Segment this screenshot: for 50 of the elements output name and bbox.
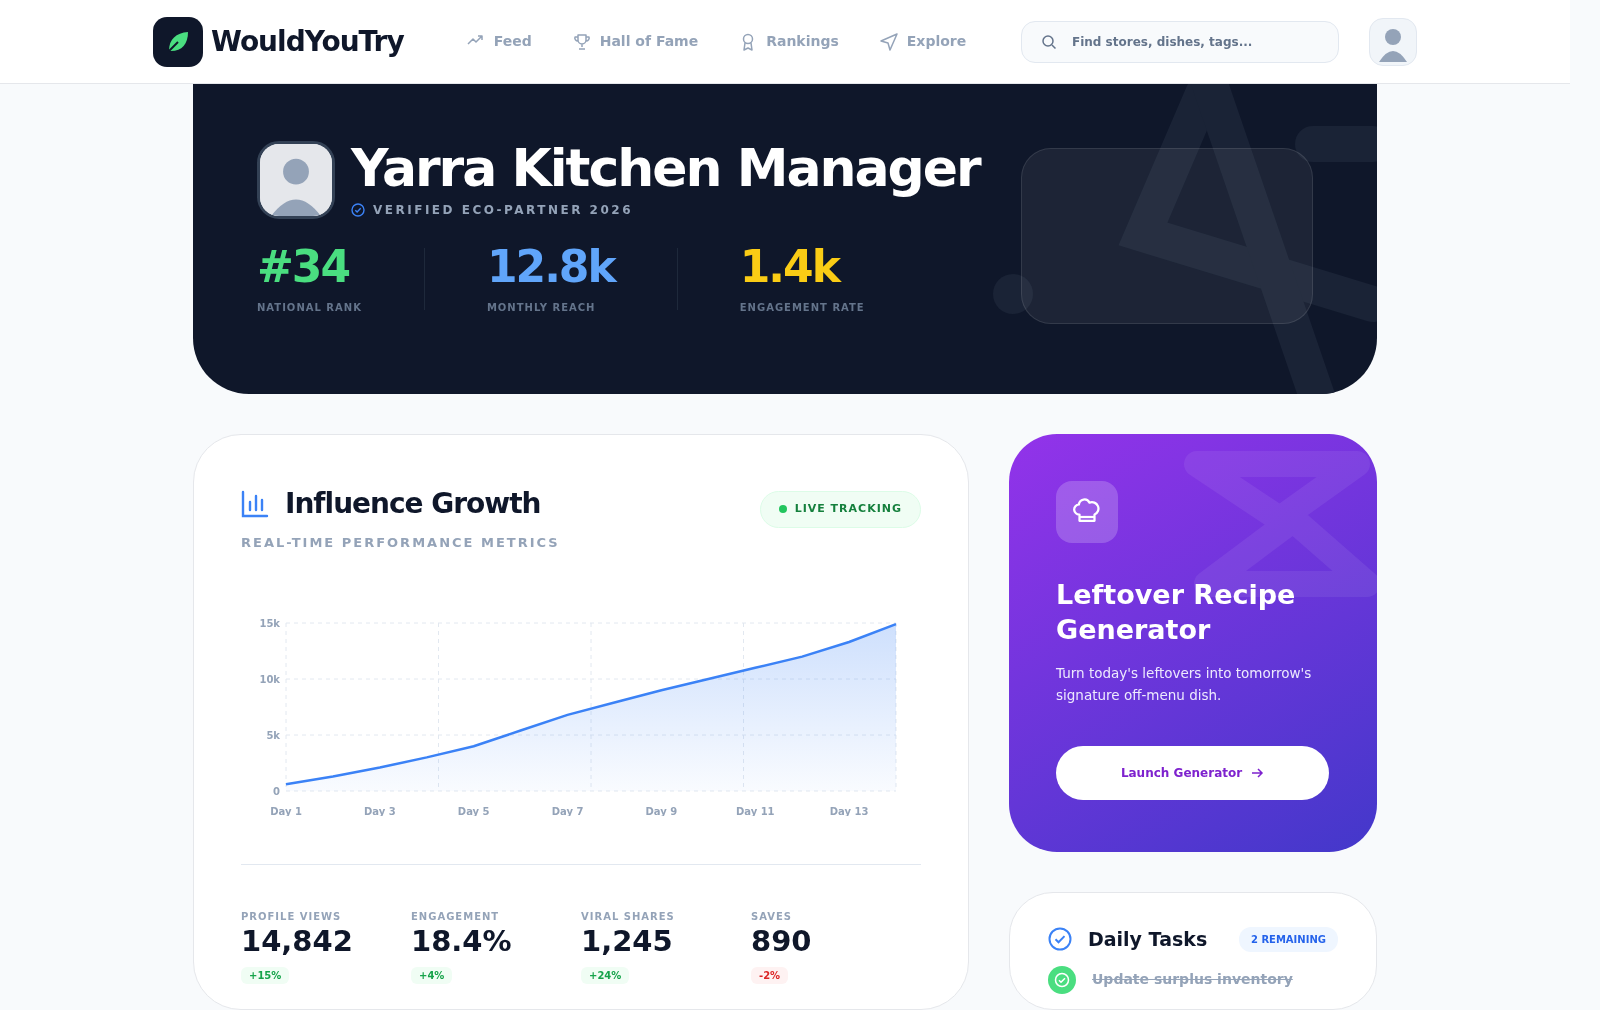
axis-label: 10k	[259, 673, 280, 685]
generator-description: Turn today's leftovers into tomorrow's signature off-menu dish.	[1056, 664, 1313, 705]
check-icon	[1054, 971, 1070, 988]
tasks-title: Daily Tasks	[1088, 927, 1208, 952]
bar-chart-icon	[241, 490, 269, 518]
stat-label: MONTHLY REACH	[486, 300, 597, 315]
axis-label: 5k	[266, 729, 280, 741]
stat-label: NATIONAL RANK	[257, 300, 362, 315]
stat-value: #34	[257, 243, 351, 292]
nav-link[interactable]: Hall of Fame	[571, 31, 699, 52]
metric-label: SAVES	[751, 909, 794, 924]
launch-button[interactable]: Launch Generator	[1056, 746, 1329, 801]
axis-label: 0	[273, 785, 280, 797]
nav-link[interactable]: Feed	[465, 31, 532, 52]
stat-value: 1.4k	[739, 243, 842, 292]
status-label: LIVE TRACKING	[794, 501, 902, 517]
card-subtitle: REAL-TIME PERFORMANCE METRICS	[241, 534, 560, 552]
verified-icon	[351, 203, 365, 218]
change-badge: +24%	[581, 967, 630, 985]
card-title: Influence Growth	[285, 486, 541, 522]
metric-label: ENGAGEMENT	[411, 909, 501, 924]
generator-title: Leftover Recipe Generator	[1056, 578, 1297, 648]
metric-label: PROFILE VIEWS	[241, 909, 343, 924]
stat-label: ENGAGEMENT RATE	[739, 300, 865, 315]
metric-value: 890	[751, 923, 813, 959]
metric-value: 18.4%	[411, 923, 513, 959]
task-checkbox[interactable]	[1048, 965, 1076, 994]
profile-name: Yarra Kitchen Manager	[351, 140, 980, 198]
chef-hat-icon	[1056, 481, 1118, 543]
trophy-icon	[571, 31, 592, 52]
remaining-badge: 2 REMAINING	[1238, 926, 1338, 952]
change-badge: +15%	[241, 967, 290, 985]
task-label: Update surplus inventory	[1092, 970, 1293, 989]
stat-value: 12.8k	[486, 243, 615, 292]
brand-name: WouldYouTry	[211, 23, 404, 60]
change-badge: +4%	[411, 967, 453, 985]
change-badge: -2%	[751, 967, 789, 985]
metric-value: 14,842	[241, 923, 354, 959]
verified-label: VERIFIED ECO-PARTNER 2026	[373, 202, 634, 220]
axis-label: 15k	[259, 617, 280, 629]
nav-link[interactable]: Rankings	[738, 31, 839, 52]
check-circle-icon	[1048, 927, 1072, 952]
send-icon	[878, 31, 899, 52]
search-field[interactable]: Find stores, dishes, tags...	[1021, 20, 1339, 63]
status-dot-icon	[778, 505, 787, 514]
logo-icon	[153, 16, 203, 67]
metric-value: 1,245	[581, 923, 674, 959]
user-avatar[interactable]	[1369, 17, 1417, 66]
nav-link[interactable]: Explore	[878, 31, 967, 52]
metric-label: VIRAL SHARES	[581, 909, 676, 924]
